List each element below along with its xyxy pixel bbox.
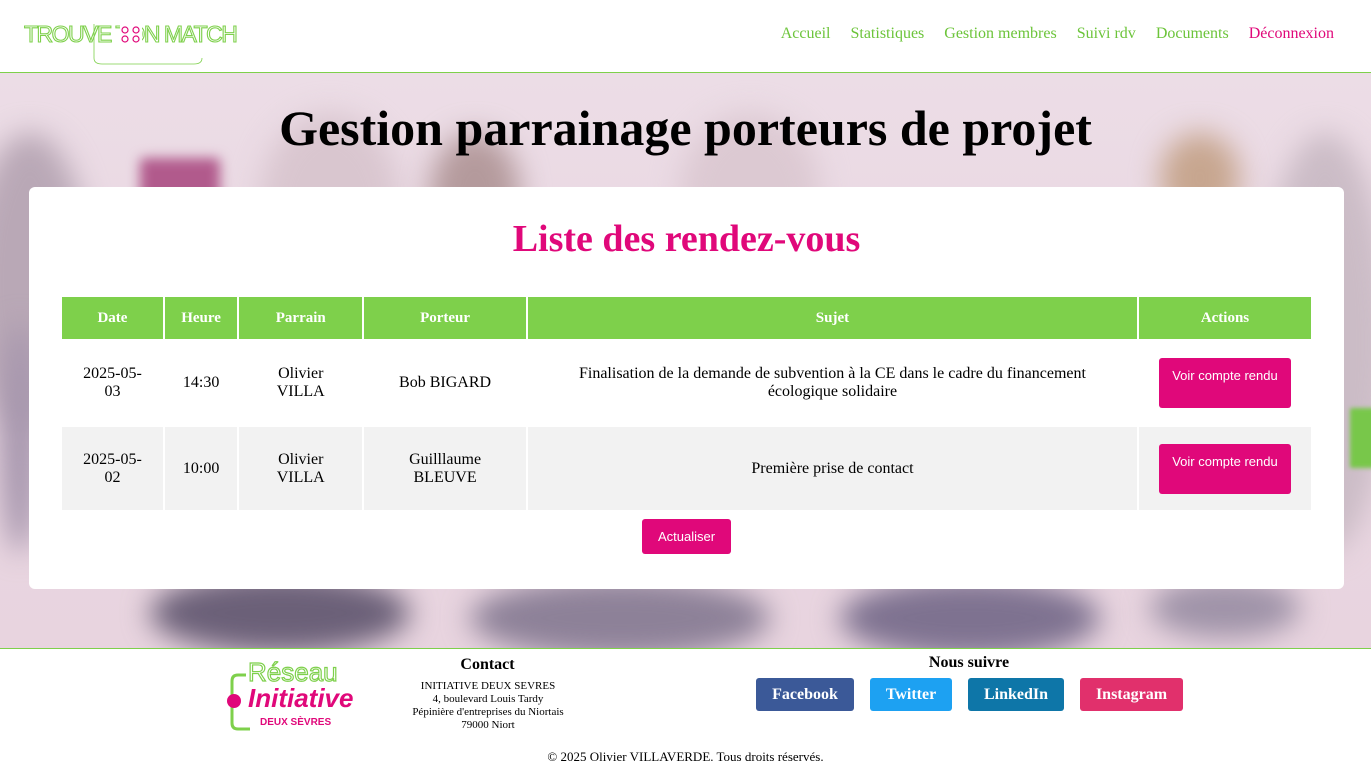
refresh-button[interactable]: Actualiser — [642, 519, 731, 554]
cell-heure: 10:00 — [164, 427, 238, 510]
cell-date: 2025-05-03 — [62, 339, 163, 427]
nav-deconnexion[interactable]: Déconnexion — [1249, 25, 1334, 43]
nav-statistiques[interactable]: Statistiques — [850, 25, 924, 43]
contact-title: Contact — [460, 656, 515, 673]
column-header-actions: Actions — [1138, 297, 1311, 339]
contact-line: 4, boulevard Louis Tardy — [432, 693, 544, 705]
site-header: TROUVE TON MATCH Accueil Statistiques Ge… — [0, 0, 1371, 73]
contact-address: INITIATIVE DEUX SEVRES 4, boulevard Loui… — [398, 680, 578, 732]
nav-accueil[interactable]: Accueil — [781, 25, 831, 43]
nav-suivi-rdv[interactable]: Suivi rdv — [1077, 25, 1136, 43]
contact-line: 79000 Niort — [461, 719, 515, 731]
cell-porteur: Bob BIGARD — [364, 339, 526, 427]
view-report-button[interactable]: Voir compte rendu — [1158, 358, 1291, 408]
brand-logo[interactable]: TROUVE TON MATCH — [24, 18, 239, 68]
cell-date: 2025-05-02 — [62, 427, 163, 510]
main-nav: Accueil Statistiques Gestion membres Sui… — [781, 25, 1334, 43]
cell-actions: Voir compte rendu — [1138, 339, 1311, 427]
instagram-button[interactable]: Instagram — [1080, 678, 1183, 711]
linkedin-button[interactable]: LinkedIn — [968, 678, 1064, 711]
nav-documents[interactable]: Documents — [1156, 25, 1229, 43]
nav-gestion-membres[interactable]: Gestion membres — [944, 25, 1056, 43]
cell-heure: 14:30 — [164, 339, 238, 427]
table-row: 2025-05-02 10:00 Olivier VILLA Guilllaum… — [62, 427, 1311, 510]
cell-parrain: Olivier VILLA — [239, 427, 363, 510]
cell-sujet: Finalisation de la demande de subvention… — [527, 339, 1137, 427]
column-header-date: Date — [62, 297, 163, 339]
appointments-table: Date Heure Parrain Porteur Sujet Actions… — [60, 297, 1313, 510]
twitter-button[interactable]: Twitter — [870, 678, 952, 711]
contact-line: Pépinière d'entreprises du Niortais — [412, 706, 564, 718]
contact-line: INITIATIVE DEUX SEVRES — [420, 680, 556, 692]
follow-title: Nous suivre — [928, 654, 1010, 671]
cell-parrain: Olivier VILLA — [239, 339, 363, 427]
table-row: 2025-05-03 14:30 Olivier VILLA Bob BIGAR… — [62, 339, 1311, 427]
column-header-heure: Heure — [164, 297, 238, 339]
appointments-card: Liste des rendez-vous Date Heure Parrain… — [29, 187, 1344, 589]
social-links: Facebook Twitter LinkedIn Instagram — [756, 678, 1183, 711]
cell-sujet: Première prise de contact — [527, 427, 1137, 510]
cell-actions: Voir compte rendu — [1138, 427, 1311, 510]
column-header-sujet: Sujet — [527, 297, 1137, 339]
logo-line-3: DEUX SÈVRES — [260, 715, 331, 728]
copyright-text: © 2025 Olivier VILLAVERDE. Tous droits r… — [547, 749, 824, 764]
page-title: Gestion parrainage porteurs de projet — [279, 100, 1092, 156]
card-title: Liste des rendez-vous — [512, 218, 861, 260]
cell-porteur: Guilllaume BLEUVE — [364, 427, 526, 510]
view-report-button[interactable]: Voir compte rendu — [1158, 443, 1291, 494]
logo-line-2: Initiative — [248, 683, 353, 713]
hero-section: Gestion parrainage porteurs de projet Li… — [0, 73, 1371, 649]
facebook-button[interactable]: Facebook — [756, 678, 854, 711]
reseau-initiative-logo: Réseau Initiative DEUX SÈVRES — [224, 656, 376, 733]
column-header-parrain: Parrain — [239, 297, 363, 339]
table-header-row: Date Heure Parrain Porteur Sujet Actions — [62, 297, 1311, 339]
column-header-porteur: Porteur — [364, 297, 526, 339]
site-footer: Réseau Initiative DEUX SÈVRES Contact IN… — [0, 648, 1371, 774]
